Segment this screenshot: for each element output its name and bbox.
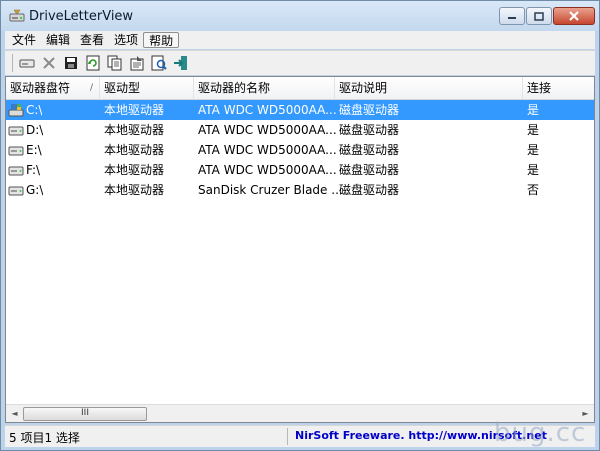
toolbar-button-delete[interactable]: [40, 54, 58, 72]
cell-drive-type: 本地驱动器: [104, 143, 165, 157]
close-icon: [569, 11, 579, 21]
menu-help[interactable]: 帮助: [143, 32, 180, 48]
table-row[interactable]: F:\ 本地驱动器 ATA WDC WD5000AA... 磁盘驱动器 是: [6, 160, 594, 180]
cell-drive-letter: E:\: [26, 143, 42, 157]
cell-drive-name: SanDisk Cruzer Blade ...: [198, 183, 343, 197]
table-row[interactable]: C:\ 本地驱动器 ATA WDC WD5000AA... 磁盘驱动器 是: [6, 100, 594, 120]
column-drive-description[interactable]: 驱动说明: [335, 77, 523, 99]
cell-drive-type: 本地驱动器: [104, 183, 165, 197]
cell-connected: 是: [527, 123, 540, 137]
toolbar-button-refresh[interactable]: [84, 54, 102, 72]
drive-icon: [19, 59, 35, 68]
watermark-text: bug.cc: [494, 418, 587, 448]
menu-file[interactable]: 文件: [7, 32, 41, 48]
cell-drive-type: 本地驱动器: [104, 123, 165, 137]
cell-drive-letter: F:\: [26, 163, 41, 177]
hard-drive-icon: [8, 126, 24, 136]
column-label: 驱动器盘符: [10, 81, 71, 95]
table-row[interactable]: D:\ 本地驱动器 ATA WDC WD5000AA... 磁盘驱动器 是: [6, 120, 594, 140]
list-header: 驱动器盘符 / 驱动型 驱动器的名称 驱动说明 连接: [6, 77, 594, 100]
toolbar-button-copy[interactable]: [106, 54, 124, 72]
scroll-left-arrow-icon[interactable]: ◄: [6, 405, 23, 422]
properties-icon: [130, 56, 144, 71]
cell-drive-type: 本地驱动器: [104, 163, 165, 177]
cell-drive-description: 磁盘驱动器: [339, 183, 400, 197]
table-row[interactable]: E:\ 本地驱动器 ATA WDC WD5000AA... 磁盘驱动器 是: [6, 140, 594, 160]
menu-edit[interactable]: 编辑: [41, 32, 75, 48]
app-icon: [9, 9, 25, 22]
report-icon: [151, 55, 167, 71]
menu-bar: 文件 编辑 查看 选项 帮助: [5, 31, 595, 49]
sort-indicator: /: [89, 83, 93, 93]
title-bar[interactable]: DriveLetterView: [1, 1, 599, 31]
maximize-icon: [534, 11, 544, 21]
cell-connected: 是: [527, 103, 540, 117]
cell-drive-name: ATA WDC WD5000AA...: [198, 143, 337, 157]
cell-drive-name: ATA WDC WD5000AA...: [198, 103, 337, 117]
app-window: DriveLetterView 文件 编辑 查看 选项 帮助 驱动器盘符 / 驱…: [0, 0, 600, 451]
column-connected[interactable]: 连接: [523, 77, 594, 99]
toolbar-button-exit[interactable]: [172, 54, 190, 72]
status-count: 5 项目1 选择: [9, 431, 80, 445]
delete-icon: [43, 57, 55, 69]
minimize-icon: [508, 17, 516, 19]
cell-drive-letter: C:\: [26, 103, 43, 117]
cell-connected: 是: [527, 163, 540, 177]
cell-drive-letter: G:\: [26, 183, 44, 197]
hard-drive-icon: [8, 146, 24, 156]
minimize-button[interactable]: [499, 7, 525, 25]
copy-icon: [107, 55, 122, 71]
cell-drive-name: ATA WDC WD5000AA...: [198, 123, 337, 137]
save-icon: [65, 57, 77, 69]
close-button[interactable]: [553, 7, 595, 25]
refresh-icon: [86, 55, 100, 71]
toolbar-button-properties[interactable]: [128, 54, 146, 72]
menu-view[interactable]: 查看: [75, 32, 109, 48]
toolbar-button-save[interactable]: [62, 54, 80, 72]
cell-drive-description: 磁盘驱动器: [339, 103, 400, 117]
cell-drive-description: 磁盘驱动器: [339, 123, 400, 137]
window-title: DriveLetterView: [29, 9, 134, 24]
toolbar-grip: [12, 54, 13, 72]
hard-drive-icon: [8, 186, 24, 196]
system-drive-icon: [8, 104, 24, 117]
cell-drive-description: 磁盘驱动器: [339, 163, 400, 177]
cell-connected: 否: [527, 183, 540, 197]
cell-drive-name: ATA WDC WD5000AA...: [198, 163, 337, 177]
column-drive-type[interactable]: 驱动型: [100, 77, 194, 99]
status-divider: [287, 428, 288, 445]
scroll-thumb[interactable]: III: [23, 407, 147, 421]
cell-drive-letter: D:\: [26, 123, 44, 137]
toolbar-button-drive[interactable]: [18, 54, 36, 72]
hard-drive-icon: [8, 166, 24, 176]
exit-icon: [174, 56, 187, 70]
toolbar: [5, 50, 595, 75]
maximize-button[interactable]: [526, 7, 552, 25]
cell-drive-description: 磁盘驱动器: [339, 143, 400, 157]
toolbar-button-report[interactable]: [150, 54, 168, 72]
cell-connected: 是: [527, 143, 540, 157]
window-controls: [499, 7, 595, 25]
column-drive-letter[interactable]: 驱动器盘符 /: [6, 77, 100, 99]
column-drive-name[interactable]: 驱动器的名称: [194, 77, 335, 99]
drive-list[interactable]: 驱动器盘符 / 驱动型 驱动器的名称 驱动说明 连接 C:\ 本地驱动器 ATA W…: [5, 76, 595, 423]
menu-options[interactable]: 选项: [109, 32, 143, 48]
cell-drive-type: 本地驱动器: [104, 103, 165, 117]
table-row[interactable]: G:\ 本地驱动器 SanDisk Cruzer Blade ... 磁盘驱动器 否: [6, 180, 594, 200]
